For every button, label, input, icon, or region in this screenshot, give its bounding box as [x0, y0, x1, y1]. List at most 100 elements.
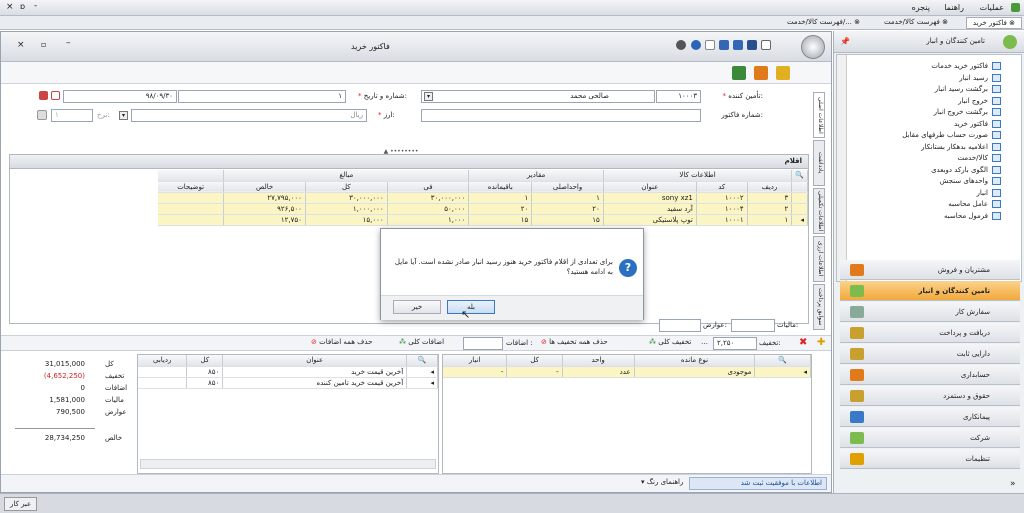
- table-cell[interactable]: ۸۵۰: [186, 377, 224, 389]
- vertical-tab[interactable]: یادداشت: [813, 140, 825, 186]
- table-cell[interactable]: -: [443, 366, 508, 378]
- tree-item[interactable]: فاکتور خرید: [954, 119, 1001, 129]
- table-cell[interactable]: ۱۵: [468, 214, 533, 226]
- vertical-tab[interactable]: سوابق پرداخت: [813, 284, 825, 330]
- search-cell[interactable]: 🔍: [406, 355, 438, 367]
- column-header[interactable]: کل: [186, 355, 224, 367]
- vertical-tab[interactable]: اطلاعات ارزی: [813, 236, 825, 282]
- table-cell[interactable]: [138, 377, 188, 389]
- column-header[interactable]: باقیمانده: [468, 181, 533, 193]
- table-cell[interactable]: ۱۲,۷۵۰: [223, 214, 306, 226]
- form-minimize-icon[interactable]: –: [66, 38, 71, 48]
- row-selector[interactable]: [791, 192, 808, 204]
- currency-field[interactable]: ریال: [131, 109, 367, 122]
- search-icon[interactable]: 🔍: [418, 356, 427, 364]
- table-cell[interactable]: آرد سفید: [603, 203, 697, 215]
- table-cell[interactable]: [158, 214, 225, 226]
- column-header[interactable]: واحد: [562, 355, 635, 367]
- nav-section[interactable]: پیمانکاری: [840, 407, 1020, 427]
- column-header[interactable]: ردیف: [747, 181, 793, 193]
- table-cell[interactable]: ۲۰: [468, 203, 533, 215]
- report-icon[interactable]: [754, 66, 768, 80]
- column-header[interactable]: کد: [696, 181, 748, 193]
- column-header[interactable]: توضیحات: [158, 181, 225, 193]
- pin-icon[interactable]: 📌: [840, 37, 850, 46]
- tab-goods-list-2[interactable]: فهرست کالا/خدمت/... ⊗: [781, 17, 866, 29]
- no-button[interactable]: خیر: [393, 300, 441, 314]
- tree-item[interactable]: اعلامیه بدهکار بستانکار: [921, 142, 1001, 152]
- discount-field[interactable]: ۲,۲۵۰: [713, 337, 757, 350]
- tree-item[interactable]: فرمول محاسبه: [944, 211, 1001, 221]
- table-cell[interactable]: ۱۰۰۰۱: [696, 214, 748, 226]
- tree-item[interactable]: کالا/خدمت: [958, 153, 1001, 163]
- column-header[interactable]: انبار: [443, 355, 508, 367]
- color-guide-dropdown[interactable]: ▾ راهنمای رنگ: [641, 478, 683, 486]
- table-cell[interactable]: موجودی: [634, 366, 756, 378]
- table-cell[interactable]: توپ پلاستیکی: [603, 214, 697, 226]
- save-as-icon[interactable]: [719, 40, 729, 50]
- nav-section[interactable]: شرکت: [840, 428, 1020, 448]
- form-restore-icon[interactable]: ▫: [41, 40, 46, 49]
- table-cell[interactable]: ۳۰,۰۰۰,۰۰۰: [387, 192, 470, 204]
- global-discount-button[interactable]: ⁂ تخفیف کلی: [649, 338, 691, 346]
- table-cell[interactable]: آخرین قیمت خرید تامین کننده: [222, 377, 408, 389]
- tree-item[interactable]: صورت حساب طرفهای مقابل: [902, 130, 1001, 140]
- tree-item[interactable]: برگشت خروج انبار: [934, 107, 1001, 117]
- column-header[interactable]: ردیابی: [138, 355, 188, 367]
- table-cell[interactable]: ۱۵: [531, 214, 604, 226]
- table-cell[interactable]: ۳: [747, 192, 793, 204]
- table-cell[interactable]: sony xz1: [603, 192, 697, 204]
- nav-section[interactable]: تامین کنندگان و انبار: [840, 281, 1020, 301]
- remove-additions-button[interactable]: ⊘ حذف همه اضافات: [311, 338, 372, 346]
- table-cell[interactable]: [138, 366, 188, 378]
- table-cell[interactable]: ۱: [468, 192, 533, 204]
- tax-field[interactable]: [731, 319, 775, 332]
- nav-section[interactable]: مشتریان و فروش: [840, 260, 1020, 280]
- window-restore-icon[interactable]: ɒ: [20, 2, 25, 11]
- menu-item-operations[interactable]: عملیات: [980, 3, 1004, 12]
- table-cell[interactable]: ۳۰,۰۰۰,۰۰۰: [305, 192, 388, 204]
- menu-item-help[interactable]: راهنما: [944, 3, 964, 12]
- column-header[interactable]: واحداصلی: [531, 181, 604, 193]
- rate-refresh-icon[interactable]: [37, 110, 47, 120]
- table-cell[interactable]: ۵۰,۰۰۰: [387, 203, 470, 215]
- supplier-code-field[interactable]: ۱۰۰۰۳: [656, 90, 701, 103]
- calendar-icon[interactable]: [39, 91, 48, 100]
- column-header[interactable]: خالص: [223, 181, 306, 193]
- tab-goods-list[interactable]: فهرست کالا/خدمت ⊗: [878, 17, 954, 29]
- table-cell[interactable]: ۲۷,۷۹۵,۰۰۰: [223, 192, 306, 204]
- search-cell[interactable]: 🔍: [754, 355, 811, 367]
- clear-date-icon[interactable]: [51, 91, 60, 100]
- attachment-icon[interactable]: [776, 66, 790, 80]
- tree-item[interactable]: واحدهای سنجش: [940, 176, 1001, 186]
- table-cell[interactable]: ۱,۰۰۰,۰۰۰: [305, 203, 388, 215]
- remove-discounts-button[interactable]: ⊘ حذف همه تخفیف ها: [541, 338, 608, 346]
- table-cell[interactable]: ۱: [747, 214, 793, 226]
- table-row[interactable]: ◂ آخرین قیمت خرید تامین کننده ۸۵۰: [138, 377, 438, 389]
- vertical-tab[interactable]: اطلاعات اصلی: [813, 92, 825, 138]
- table-cell[interactable]: ۱,۰۰۰: [387, 214, 470, 226]
- row-selector[interactable]: ◂: [406, 366, 438, 378]
- discount-more-icon[interactable]: …: [701, 338, 708, 346]
- save-close-icon[interactable]: [733, 40, 743, 50]
- table-cell[interactable]: ۱: [531, 192, 604, 204]
- table-cell[interactable]: عدد: [562, 366, 635, 378]
- tab-close-icon[interactable]: ⊗: [942, 18, 948, 26]
- table-cell[interactable]: [158, 203, 225, 215]
- global-additions-button[interactable]: ⁂ اضافات کلی: [399, 338, 444, 346]
- print-icon[interactable]: [761, 40, 771, 50]
- table-cell[interactable]: ۱۵,۰۰۰: [305, 214, 388, 226]
- search-icon[interactable]: 🔍: [778, 356, 787, 364]
- table-row[interactable]: ◂ آخرین قیمت خرید ۸۵۰: [138, 366, 438, 378]
- table-cell[interactable]: -: [506, 366, 563, 378]
- nav-section[interactable]: سفارش کار: [840, 302, 1020, 322]
- row-selector[interactable]: ◂: [791, 214, 808, 226]
- new-document-icon[interactable]: [705, 40, 715, 50]
- nav-section[interactable]: دریافت و پرداخت: [840, 323, 1020, 343]
- column-header[interactable]: کل: [506, 355, 563, 367]
- menu-item-window[interactable]: پنجره: [912, 3, 930, 12]
- nav-pane-expand-icon[interactable]: »: [1010, 479, 1016, 489]
- tab-close-icon[interactable]: ⊗: [1009, 19, 1015, 27]
- tree-item[interactable]: انبار: [976, 188, 1001, 198]
- table-cell[interactable]: ۱۰۰۰۴: [696, 203, 748, 215]
